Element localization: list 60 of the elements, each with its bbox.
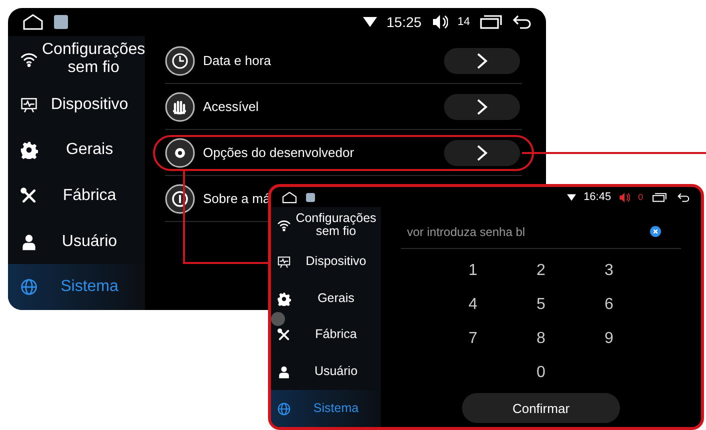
app-icon[interactable]	[306, 192, 315, 202]
row-label: Acessível	[203, 99, 259, 114]
volume-level: 0	[638, 192, 643, 202]
chevron-icon	[476, 144, 488, 160]
sidebar-item[interactable]: Dispositivo	[8, 82, 145, 128]
arrow-button[interactable]	[444, 140, 520, 166]
keypad-key[interactable]: 9	[575, 325, 643, 353]
user-icon	[277, 365, 291, 380]
sidebar-item[interactable]: Usuário	[271, 354, 381, 390]
globe-icon	[277, 402, 291, 416]
row-label: Data e hora	[203, 53, 271, 68]
tools-icon	[20, 186, 38, 205]
volume-level: 14	[458, 16, 470, 28]
chevron-icon	[476, 98, 488, 114]
password-field[interactable]: vor introduza senha bl	[407, 224, 644, 238]
sidebar-item[interactable]: Fábrica	[8, 173, 145, 219]
keypad-key[interactable]: 1	[439, 257, 507, 285]
monitor-icon	[277, 255, 291, 269]
globe-icon	[20, 278, 38, 296]
clock-time: 16:45	[584, 191, 612, 203]
keypad-key[interactable]: 8	[507, 325, 575, 353]
keypad-key[interactable]: 3	[575, 257, 643, 285]
sidebar-item[interactable]: Usuário	[8, 218, 145, 264]
back-icon[interactable]	[512, 15, 532, 29]
wifi-icon	[277, 218, 291, 232]
keypad-key[interactable]: 2	[507, 257, 575, 285]
sidebar-item[interactable]: Gerais	[271, 280, 381, 318]
keypad-key[interactable]: 6	[575, 291, 643, 319]
home-icon[interactable]	[281, 190, 298, 204]
sidebar-item[interactable]: Configurações sem fio	[8, 36, 145, 82]
info-icon	[165, 184, 195, 214]
back-icon[interactable]	[676, 192, 691, 202]
user-icon	[20, 232, 38, 251]
row-label: Opções do desenvolvedor	[203, 145, 354, 160]
clock-time: 15:25	[386, 14, 422, 30]
hand-icon	[165, 92, 195, 122]
recent-apps-icon[interactable]	[651, 192, 668, 202]
tools-icon	[277, 328, 291, 342]
keypad-key[interactable]: 0	[507, 359, 575, 387]
monitor-icon	[20, 96, 38, 114]
arrow-button[interactable]	[444, 94, 520, 120]
settings-row[interactable]: Data e hora	[153, 42, 534, 78]
keypad-key[interactable]: 7	[439, 325, 507, 353]
wifi-icon	[362, 16, 376, 28]
settings-row[interactable]: Opções do desenvolvedor	[153, 134, 534, 170]
sidebar-item[interactable]: Fábrica	[271, 317, 381, 354]
clock-icon	[165, 46, 195, 76]
arrow-button[interactable]	[444, 48, 520, 74]
sidebar-item[interactable]: Dispositivo	[271, 244, 381, 280]
confirm-button[interactable]: Confirmar	[462, 393, 620, 423]
keypad-key[interactable]: 4	[439, 291, 507, 319]
home-icon[interactable]	[22, 13, 44, 31]
chevron-icon	[476, 52, 488, 68]
keypad-key[interactable]: 5	[507, 291, 575, 319]
settings-row[interactable]: Acessível	[153, 88, 534, 124]
wifi-icon	[566, 194, 576, 200]
clear-icon[interactable]	[650, 226, 661, 237]
recent-apps-icon[interactable]	[480, 15, 502, 29]
sidebar-item[interactable]: Gerais	[8, 127, 145, 174]
sidebar-item[interactable]: Configurações sem fio	[271, 207, 381, 244]
